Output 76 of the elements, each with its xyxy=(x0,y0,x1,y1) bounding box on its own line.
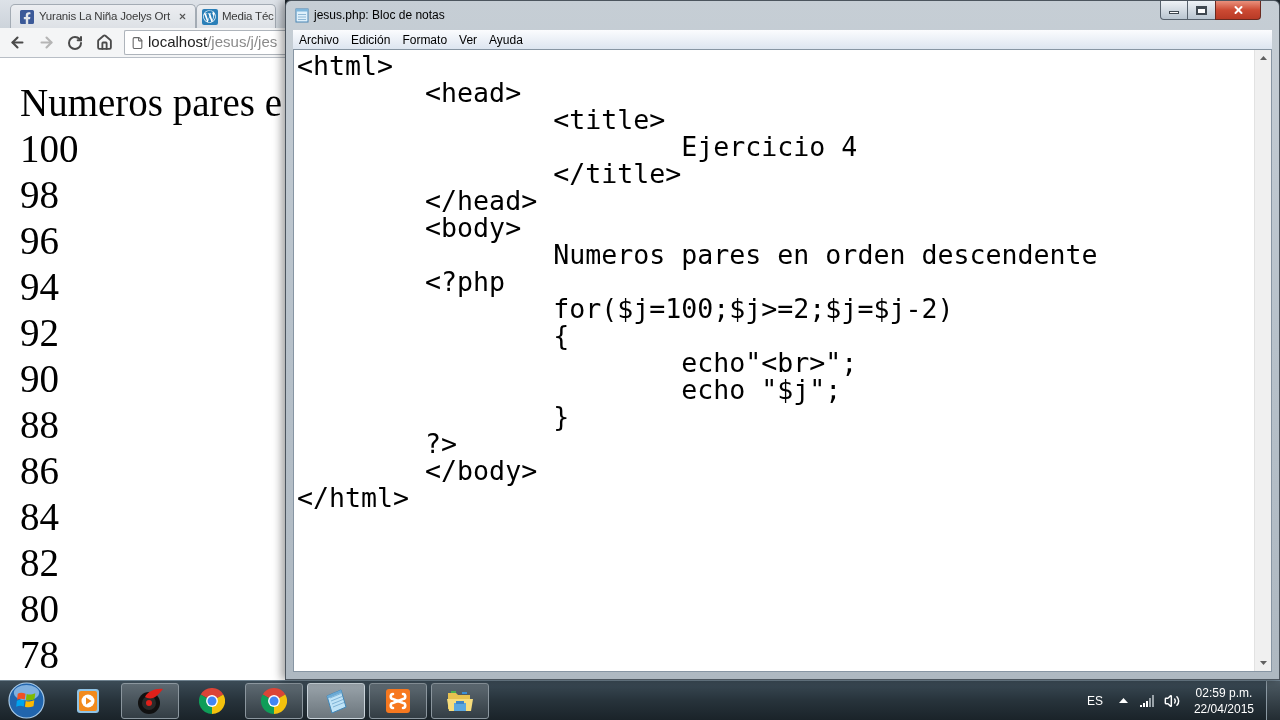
text-area[interactable]: <html> <head> <title> Ejercicio 4 </title> </head> <body> Numeros pares en orden descendente <?php for($j=100;$j>=2;$j=$j-2) { echo"<br>"; echo "$j"; } ?> </body> </html> xyxy=(293,49,1272,672)
page-text: 82 xyxy=(20,540,59,586)
close-icon[interactable] xyxy=(177,12,187,21)
taskbar-app[interactable] xyxy=(121,682,179,719)
code-line: echo"<br>"; xyxy=(681,349,858,376)
notepad-icon xyxy=(295,7,309,23)
browser-tab[interactable]: Media Téc xyxy=(195,4,276,28)
close-button[interactable] xyxy=(1215,1,1261,20)
windows-logo-icon xyxy=(8,682,45,719)
page-text: 92 xyxy=(20,310,59,356)
play-icon xyxy=(76,687,100,714)
code-line: <head> xyxy=(425,79,522,106)
code-line: </head> xyxy=(425,187,538,214)
page-text: 98 xyxy=(20,172,59,218)
taskbar-app[interactable] xyxy=(245,682,303,719)
page-text: 80 xyxy=(20,586,59,632)
menu-item[interactable]: Formato xyxy=(396,30,454,49)
clock-time[interactable]: 02:59 p.m. xyxy=(1195,684,1253,701)
xampp-icon xyxy=(385,687,411,714)
code-line: </html> xyxy=(297,484,410,511)
page-icon xyxy=(131,35,144,50)
home-icon xyxy=(95,34,113,51)
notepad-icon xyxy=(323,687,349,714)
page-text: 90 xyxy=(20,356,59,402)
taskbar-app[interactable] xyxy=(307,682,365,719)
up-arrow-icon[interactable] xyxy=(1259,56,1267,60)
browser-tab[interactable]: Yuranis La Niña Joelys Ort xyxy=(10,4,196,28)
taskbar-app[interactable] xyxy=(431,682,489,719)
menu-item[interactable]: Archivo xyxy=(293,30,345,49)
menu-item[interactable]: Ver xyxy=(453,30,484,49)
code-line: <html> xyxy=(297,52,394,79)
minimize-button[interactable] xyxy=(1160,1,1188,20)
reload-icon xyxy=(67,34,83,51)
start-button[interactable] xyxy=(8,682,45,719)
chrome-icon xyxy=(261,687,287,714)
menu-item[interactable]: Edición xyxy=(345,30,397,49)
menu-item[interactable]: Ayuda xyxy=(483,30,529,49)
maximize-icon xyxy=(1196,5,1207,15)
minimize-icon xyxy=(1169,11,1179,14)
code-line: Numeros pares en orden descendente xyxy=(553,241,1098,268)
code-line: echo "$j"; xyxy=(681,376,842,403)
show-desktop-button[interactable] xyxy=(1266,680,1280,720)
code-line: <?php xyxy=(425,268,506,295)
address-field[interactable]: localhost/jesus/j/jes xyxy=(124,30,285,55)
window-title: jesus.php: Bloc de notas xyxy=(314,7,445,24)
page-text: Numeros pares e xyxy=(20,80,283,126)
code-line: { xyxy=(553,322,570,349)
code-line: } xyxy=(553,403,570,430)
code-line: Ejercicio 4 xyxy=(681,133,858,160)
page-text: 100 xyxy=(20,126,79,172)
record-disc-icon xyxy=(136,686,164,715)
code-line: ?> xyxy=(425,430,458,457)
page-text: 96 xyxy=(20,218,59,264)
taskbar-app[interactable] xyxy=(369,682,427,719)
page-text: 88 xyxy=(20,402,59,448)
scrollbar[interactable] xyxy=(1254,50,1271,671)
page-text: 94 xyxy=(20,264,59,310)
facebook-icon xyxy=(19,8,35,25)
wordpress-icon xyxy=(201,8,218,25)
down-arrow-icon[interactable] xyxy=(1259,661,1267,665)
code-line: </title> xyxy=(553,160,682,187)
code-line: <body> xyxy=(425,214,522,241)
chrome-icon xyxy=(199,687,225,714)
signal-bars-icon[interactable] xyxy=(1139,694,1155,707)
page-text: 78 xyxy=(20,632,59,678)
language-indicator[interactable]: ES xyxy=(1086,691,1103,710)
speaker-icon[interactable] xyxy=(1163,692,1180,709)
forward-arrow-icon xyxy=(37,34,55,51)
code-line: for($j=100;$j>=2;$j=$j-2) xyxy=(553,295,954,322)
clock-date[interactable]: 22/04/2015 xyxy=(1193,700,1254,717)
code-line: </body> xyxy=(425,457,538,484)
caret-up-icon[interactable] xyxy=(1118,698,1128,703)
maximize-button[interactable] xyxy=(1188,1,1215,20)
code-line: <title> xyxy=(553,106,666,133)
page-text: 84 xyxy=(20,494,59,540)
page-text: 86 xyxy=(20,448,59,494)
